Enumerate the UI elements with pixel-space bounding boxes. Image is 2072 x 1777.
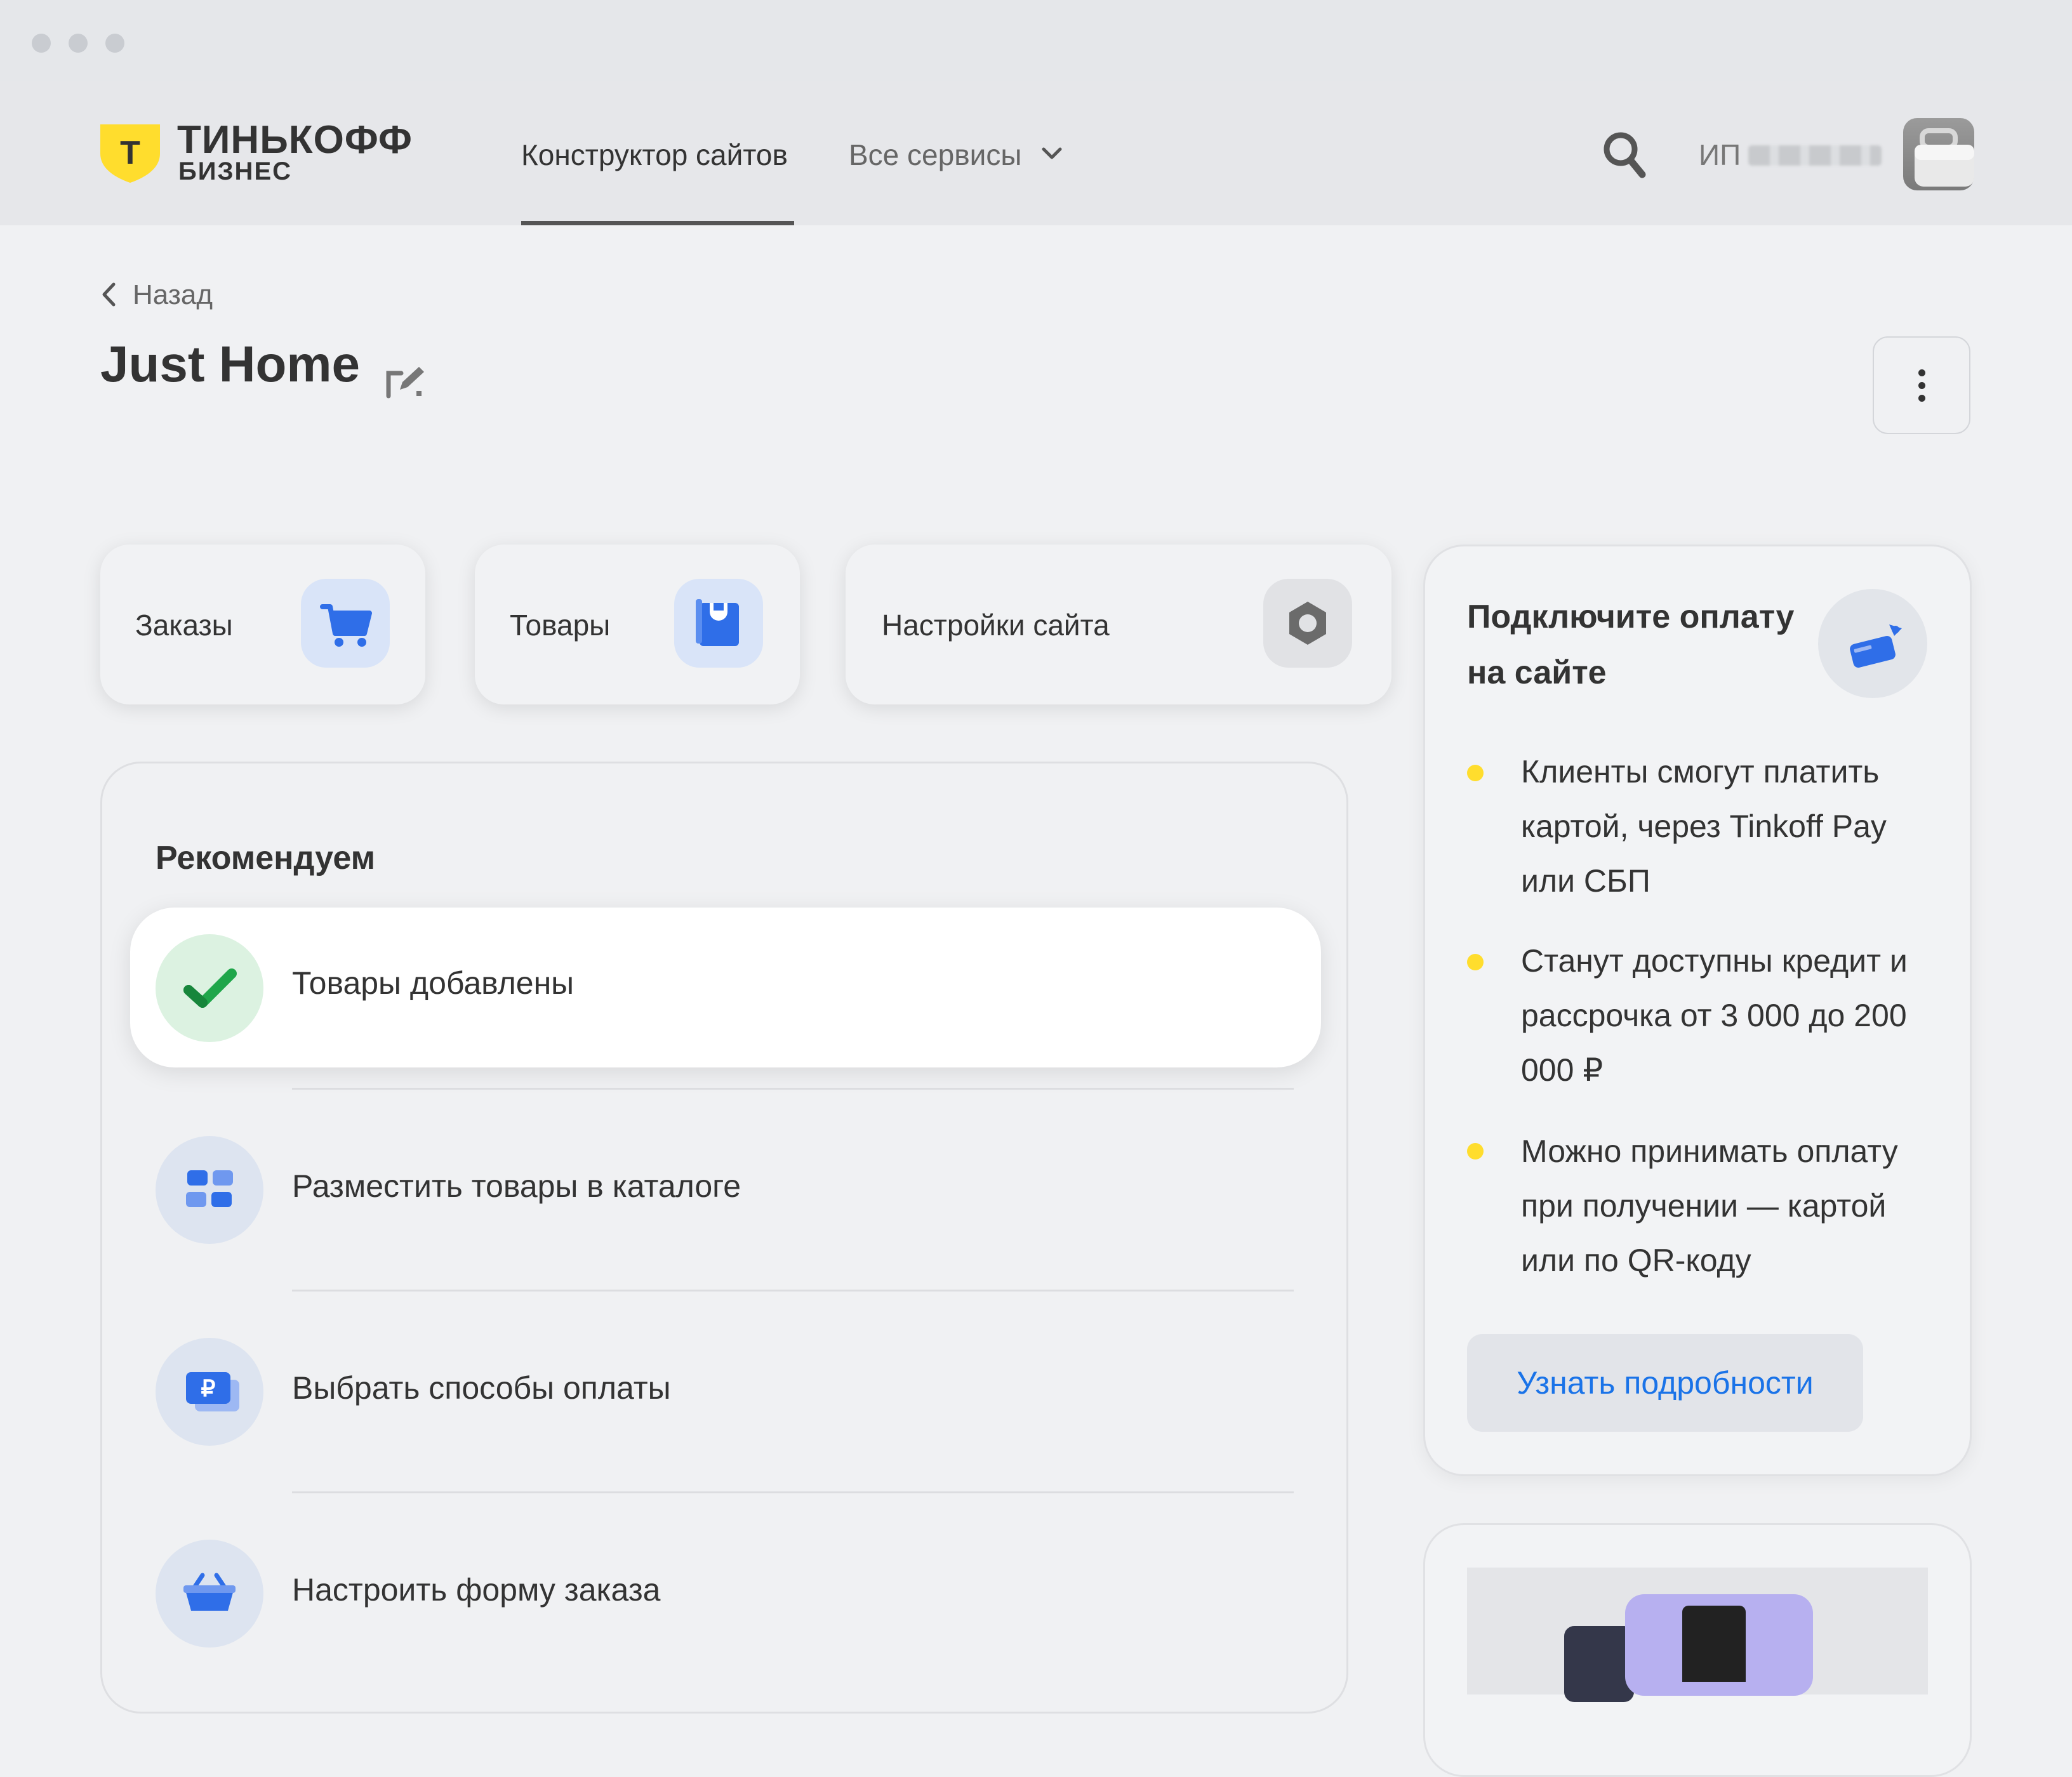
payment-promo-bullet: Клиенты смогут платить картой, через Tin… [1521, 754, 1887, 899]
nav-active-indicator [521, 221, 794, 225]
nav-site-builder[interactable]: Конструктор сайтов [521, 136, 788, 174]
quick-card-site-settings-label: Настройки сайта [882, 609, 1110, 642]
bullet-dot [1467, 954, 1484, 970]
grid-icon [156, 1136, 263, 1244]
more-options-button[interactable] [1873, 336, 1970, 434]
chevron-left-icon[interactable] [100, 282, 117, 307]
nut-icon [1263, 579, 1352, 668]
basket-icon [156, 1540, 263, 1648]
recommend-item-label: Выбрать способы оплаты [292, 1370, 671, 1406]
check-icon [156, 934, 263, 1042]
shopping-bag-icon [674, 579, 763, 668]
window-titlebar [0, 0, 2072, 81]
phone-illustration-icon [1564, 1626, 1634, 1702]
quick-card-products-label: Товары [510, 609, 611, 642]
divider [292, 1290, 1294, 1291]
recommend-title: Рекомендуем [156, 840, 376, 876]
logo-shield-icon[interactable]: Т [100, 124, 160, 183]
learn-more-button[interactable]: Узнать подробности [1467, 1334, 1863, 1432]
payment-promo-bullet: Станут доступны кредит и рассрочка от 3 … [1521, 943, 1908, 1088]
more-dot-2 [1918, 382, 1925, 389]
logo-subtitle: БИЗНЕС [178, 157, 293, 185]
recommend-item-label: Разместить товары в каталоге [292, 1168, 741, 1204]
user-name-prefix[interactable]: ИП [1699, 136, 1741, 174]
bullet-dot [1467, 765, 1484, 781]
logo-wordmark[interactable]: ТИНЬКОФФ [177, 118, 413, 162]
window-maximize-dot[interactable] [105, 34, 124, 53]
payment-promo-bullet: Можно принимать оплату при получении — к… [1521, 1133, 1898, 1278]
page-title: Just Home [100, 336, 360, 392]
back-link[interactable]: Назад [133, 278, 213, 312]
window-close-dot[interactable] [32, 34, 51, 53]
user-name-blurred[interactable] [1748, 145, 1882, 166]
search-icon[interactable] [1602, 130, 1647, 180]
more-dot-1 [1918, 369, 1925, 376]
avatar[interactable] [1903, 118, 1974, 190]
nav-all-services[interactable]: Все сервисы [849, 136, 1021, 174]
logo-badge-letter: Т [120, 135, 140, 171]
chevron-down-icon[interactable] [1041, 146, 1063, 161]
recommend-item-label: Товары добавлены [292, 965, 574, 1001]
payment-promo-title: Подключите оплату на сайте [1467, 598, 1795, 691]
divider [292, 1088, 1294, 1090]
edit-pencil-icon[interactable] [383, 362, 428, 400]
recommend-item-label: Настроить форму заказа [292, 1572, 661, 1608]
briefcase-icon [1915, 128, 1974, 187]
coffee-cup-icon [1682, 1606, 1746, 1682]
divider [292, 1491, 1294, 1493]
ruble-card-icon: ₽ [156, 1338, 263, 1446]
quick-card-orders-label: Заказы [135, 609, 233, 642]
window-minimize-dot[interactable] [69, 34, 88, 53]
svg-text:₽: ₽ [201, 1375, 216, 1401]
more-dot-3 [1918, 395, 1925, 402]
cart-icon [301, 579, 390, 668]
bullet-dot [1467, 1143, 1484, 1159]
payment-card-icon [1818, 589, 1927, 698]
